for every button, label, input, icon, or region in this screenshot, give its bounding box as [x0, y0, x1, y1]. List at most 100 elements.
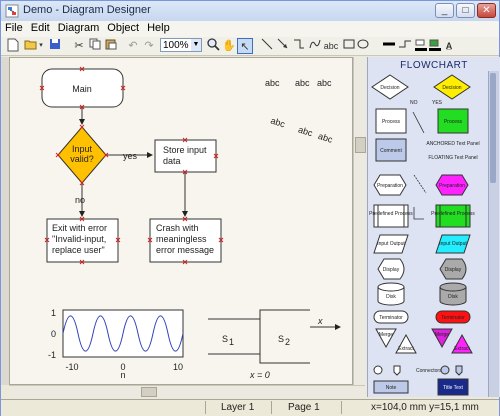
svg-text:Connectors: Connectors: [416, 368, 442, 374]
palette-connector-pentagon-blue[interactable]: [455, 365, 463, 376]
main-label: Main: [72, 84, 92, 94]
svg-text:n: n: [120, 370, 125, 380]
text-tool-icon[interactable]: abc: [323, 38, 339, 54]
line-width-icon[interactable]: [381, 38, 397, 54]
palette-floating-text[interactable]: FLOATING Text Panel: [428, 155, 477, 161]
font-color-icon[interactable]: A̲: [441, 38, 457, 54]
save-icon[interactable]: [47, 38, 63, 54]
exit-label-line2: "Invalid-input,: [52, 234, 106, 244]
open-dropdown-icon[interactable]: ▾: [37, 38, 45, 54]
palette-anchored-text[interactable]: ANCHORED Text Panel: [426, 141, 479, 147]
undo-icon[interactable]: ↶: [125, 38, 141, 54]
decision-label-line1: Input: [72, 144, 93, 154]
svg-text:-1: -1: [48, 350, 56, 360]
svg-text:abc: abc: [265, 78, 280, 88]
svg-text:-10: -10: [65, 362, 78, 372]
pan-hand-icon[interactable]: ✋: [221, 38, 237, 54]
svg-text:Merge: Merge: [379, 332, 393, 338]
palette-connector-circle[interactable]: [373, 365, 383, 375]
copy-icon[interactable]: [87, 38, 103, 54]
svg-text:Decision: Decision: [380, 85, 399, 91]
curve-tool-icon[interactable]: [307, 38, 323, 54]
status-layer: Layer 1: [221, 402, 255, 413]
status-coordinates: x=104,0 mm y=15,1 mm: [371, 402, 479, 413]
sine-plot[interactable]: 1 0 -1 -10 0 10 n: [48, 308, 184, 380]
zoom-dropdown-icon[interactable]: ▼: [191, 39, 201, 51]
palette-disk-gray[interactable]: Disk: [439, 282, 467, 306]
svg-text:Input Output: Input Output: [377, 241, 405, 247]
vertical-scrollbar[interactable]: [353, 57, 366, 385]
palette-disk-white[interactable]: Disk: [377, 282, 405, 306]
svg-text:Extract: Extract: [454, 346, 470, 352]
svg-text:x = 0: x = 0: [249, 370, 270, 380]
status-bar: Layer 1 Page 1 x=104,0 mm y=15,1 mm: [1, 399, 499, 416]
left-ruler: [1, 57, 9, 385]
svg-text:abc: abc: [295, 78, 310, 88]
svg-text:S: S: [278, 334, 284, 344]
svg-text:Disk: Disk: [386, 294, 396, 300]
menu-object[interactable]: Object: [103, 21, 143, 35]
maximize-button[interactable]: □: [456, 3, 475, 18]
step-diagram[interactable]: S 1 S 2 x x = 0: [208, 309, 341, 380]
svg-text:Display: Display: [383, 267, 400, 273]
svg-text:x: x: [317, 316, 323, 326]
arrow-tool-icon[interactable]: [275, 38, 291, 54]
svg-text:abc: abc: [269, 115, 286, 129]
zoom-icon[interactable]: [205, 38, 221, 54]
line-style-icon[interactable]: [397, 38, 413, 54]
svg-text:Extract: Extract: [398, 346, 414, 352]
palette-connector-circle-blue[interactable]: [440, 365, 450, 375]
svg-text:Note: Note: [386, 385, 397, 391]
palette-connector-pentagon[interactable]: [393, 365, 401, 376]
svg-text:abc: abc: [317, 78, 332, 88]
minimize-button[interactable]: _: [435, 3, 454, 18]
select-pointer-icon[interactable]: ↖: [237, 38, 253, 54]
decision-label-line2: valid?: [70, 154, 94, 164]
svg-text:Display: Display: [445, 267, 462, 273]
abc-text-sample[interactable]: abc abc abc: [265, 78, 332, 88]
svg-text:Process: Process: [444, 119, 463, 125]
menu-file[interactable]: File: [1, 21, 27, 35]
exit-label-line3: replace user": [52, 245, 105, 255]
svg-text:Terminator: Terminator: [379, 315, 403, 321]
menu-help[interactable]: Help: [143, 21, 174, 35]
svg-text:Merge: Merge: [435, 332, 449, 338]
svg-text:YES: YES: [432, 100, 443, 106]
palette-scroll-thumb[interactable]: [490, 73, 496, 183]
elbow-connector-icon[interactable]: [291, 38, 307, 54]
horizontal-scroll-thumb[interactable]: [141, 387, 157, 397]
zoom-select[interactable]: 100% ▼: [160, 38, 202, 52]
svg-text:Input Output: Input Output: [439, 241, 467, 247]
close-button[interactable]: ✕: [477, 3, 496, 18]
crash-label-line3: error message: [156, 245, 214, 255]
palette-scrollbar[interactable]: [488, 71, 499, 397]
abc-rotated-text-sample[interactable]: abc abc abc: [269, 115, 334, 145]
status-separator: [341, 401, 342, 414]
horizontal-scrollbar[interactable]: [9, 385, 365, 398]
vertical-scroll-thumb[interactable]: [355, 137, 366, 153]
line-tool-icon[interactable]: [259, 38, 275, 54]
store-label-line2: data: [163, 156, 181, 166]
svg-text:Predefined Process: Predefined Process: [369, 211, 413, 217]
app-icon: [5, 4, 19, 18]
svg-text:1: 1: [229, 337, 234, 347]
svg-text:abc: abc: [297, 124, 314, 138]
no-label: no: [75, 195, 85, 205]
window-title: Demo - Diagram Designer: [23, 4, 151, 16]
svg-text:Decision: Decision: [442, 85, 461, 91]
ellipse-tool-icon[interactable]: [355, 38, 371, 54]
svg-text:S: S: [222, 334, 228, 344]
new-icon[interactable]: [5, 38, 21, 54]
menu-edit[interactable]: Edit: [27, 21, 54, 35]
svg-text:Terminator: Terminator: [441, 315, 465, 321]
svg-text:Predefined Process: Predefined Process: [431, 211, 475, 217]
redo-icon[interactable]: ↷: [141, 38, 157, 54]
svg-text:Comment: Comment: [380, 148, 402, 154]
svg-text:Preparation: Preparation: [377, 183, 403, 189]
diagram-svg: Main Input valid? yes Store input data n…: [39, 66, 341, 380]
menu-diagram[interactable]: Diagram: [54, 21, 104, 35]
paste-icon[interactable]: [103, 38, 119, 54]
cut-icon[interactable]: ✂: [71, 38, 87, 54]
diagram-canvas[interactable]: Main Input valid? yes Store input data n…: [9, 57, 353, 385]
title-bar: Demo - Diagram Designer _ □ ✕: [1, 1, 499, 22]
